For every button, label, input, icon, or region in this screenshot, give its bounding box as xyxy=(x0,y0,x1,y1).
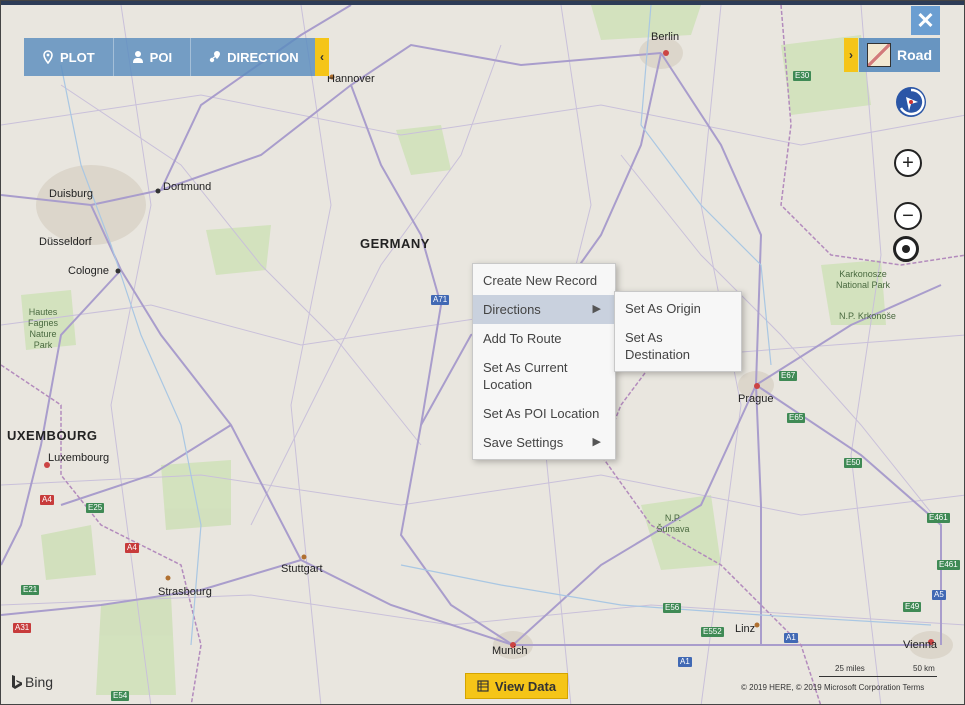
road-shield: A1 xyxy=(784,633,798,643)
current-location-button[interactable] xyxy=(893,236,919,262)
city-label-dortmund: Dortmund xyxy=(163,181,212,193)
table-icon xyxy=(477,680,489,692)
context-menu: Create New Record Directions ▶ Add To Rou… xyxy=(472,263,616,460)
road-shield: A5 xyxy=(932,590,946,600)
bing-label: Bing xyxy=(25,674,54,690)
road-shield: E54 xyxy=(111,691,130,701)
road-shield: E30 xyxy=(793,71,812,81)
menu-item-save-settings[interactable]: Save Settings ▶ xyxy=(473,428,615,457)
road-shield: E50 xyxy=(844,458,863,468)
region-label-krkonose: N.P. Krkonoše xyxy=(839,311,896,321)
view-data-label: View Data xyxy=(494,678,557,694)
map-style-button[interactable]: Road xyxy=(859,38,940,72)
plot-label: PLOT xyxy=(60,49,95,65)
menu-item-label: Directions xyxy=(483,302,541,317)
compass-button[interactable] xyxy=(894,85,928,119)
city-label-vienna: Vienna xyxy=(903,639,938,651)
zoom-in-icon: + xyxy=(902,151,914,174)
close-icon: ✕ xyxy=(916,7,935,33)
submenu-arrow-icon: ▶ xyxy=(592,303,601,315)
city-label-berlin: Berlin xyxy=(651,31,680,43)
road-shield: E56 xyxy=(663,603,682,613)
road-shield: A4 xyxy=(40,495,54,505)
city-label-prague: Prague xyxy=(738,393,774,405)
city-label-dusseldorf: Düsseldorf xyxy=(39,236,92,248)
menu-item-set-as-current-location[interactable]: Set As Current Location xyxy=(473,353,588,399)
bing-logo: Bing xyxy=(11,674,53,690)
menu-item-set-as-poi-location[interactable]: Set As POI Location xyxy=(473,399,615,428)
bing-logo-icon xyxy=(12,674,22,689)
map-toolbar: PLOT POI DIRECTION xyxy=(24,38,317,76)
menu-item-set-as-destination[interactable]: Set As Destination xyxy=(615,323,741,369)
submenu-arrow-icon: ▶ xyxy=(592,436,601,448)
road-shield: E461 xyxy=(927,513,950,523)
view-data-button[interactable]: View Data xyxy=(465,673,568,699)
city-label-duisburg: Duisburg xyxy=(49,188,94,200)
direction-icon xyxy=(209,51,221,63)
road-shield: E25 xyxy=(86,503,105,513)
road-shield: E65 xyxy=(787,413,806,423)
road-shield: A4 xyxy=(125,543,139,553)
collapse-toolbar-button[interactable]: ‹ xyxy=(315,38,329,76)
poi-label: POI xyxy=(149,49,173,65)
map-style-label: Road xyxy=(897,47,932,63)
country-label-luxembourg: UXEMBOURG xyxy=(7,428,98,443)
menu-item-add-to-route[interactable]: Add To Route xyxy=(473,324,615,353)
map-frame: GERMANY UXEMBOURG Berlin Hannover Dortmu… xyxy=(0,0,965,705)
close-button[interactable]: ✕ xyxy=(911,6,940,35)
plot-button[interactable]: PLOT xyxy=(24,38,114,76)
city-label-luxembourg: Luxembourg xyxy=(48,452,110,464)
menu-item-set-as-origin[interactable]: Set As Origin xyxy=(615,294,741,323)
region-label-sumava: N.P. Šumava xyxy=(656,513,690,534)
city-label-munich: Munich xyxy=(492,645,528,657)
city-label-hannover: Hannover xyxy=(327,73,375,85)
menu-item-label: Set As Origin xyxy=(625,301,701,316)
chevron-left-icon: ‹ xyxy=(320,50,324,64)
zoom-out-icon: − xyxy=(902,204,914,227)
zoom-in-button[interactable]: + xyxy=(894,149,922,177)
road-shield: A31 xyxy=(13,623,32,633)
city-label-linz: Linz xyxy=(735,623,756,635)
scale-line xyxy=(819,676,937,677)
compass-icon xyxy=(896,87,926,117)
road-shield: E461 xyxy=(937,560,960,570)
region-label-hautes-fagnes: Hautes Fagnes Nature Park xyxy=(27,307,59,350)
road-shield: E67 xyxy=(779,371,798,381)
road-shield: A1 xyxy=(678,657,692,667)
region-label-karkonosze: Karkonosze National Park xyxy=(835,269,891,290)
menu-item-label: Add To Route xyxy=(483,331,562,346)
city-label-strasbourg: Strasbourg xyxy=(158,586,212,598)
poi-button[interactable]: POI xyxy=(114,38,192,76)
direction-label: DIRECTION xyxy=(227,49,299,65)
city-label-cologne: Cologne xyxy=(68,265,109,277)
scale-miles: 25 miles xyxy=(835,664,865,673)
menu-item-label: Save Settings xyxy=(483,435,564,450)
road-shield: E552 xyxy=(701,627,724,637)
menu-item-label: Set As Current Location xyxy=(483,360,568,392)
zoom-out-button[interactable]: − xyxy=(894,202,922,230)
city-label-stuttgart: Stuttgart xyxy=(281,563,323,575)
menu-item-label: Set As Destination xyxy=(625,330,691,362)
menu-item-label: Set As POI Location xyxy=(483,406,600,421)
expand-map-style-button[interactable]: › xyxy=(844,38,858,72)
menu-item-label: Create New Record xyxy=(483,273,598,288)
pin-icon xyxy=(43,50,53,64)
directions-submenu: Set As Origin Set As Destination xyxy=(614,291,742,372)
chevron-right-icon: › xyxy=(849,48,853,62)
country-label-germany: GERMANY xyxy=(360,236,430,251)
copyright-text: © 2019 HERE, © 2019 Microsoft Corporatio… xyxy=(741,683,925,692)
person-icon xyxy=(132,51,143,63)
scale-km: 50 km xyxy=(913,664,935,673)
menu-item-directions[interactable]: Directions ▶ xyxy=(473,295,615,324)
road-shield: E21 xyxy=(21,585,40,595)
road-map-thumbnail-icon xyxy=(867,43,891,67)
road-shield: E49 xyxy=(903,602,922,612)
direction-button[interactable]: DIRECTION xyxy=(191,38,317,76)
locate-icon xyxy=(902,245,910,253)
menu-item-create-new-record[interactable]: Create New Record xyxy=(473,266,615,295)
road-shield: A71 xyxy=(431,295,450,305)
